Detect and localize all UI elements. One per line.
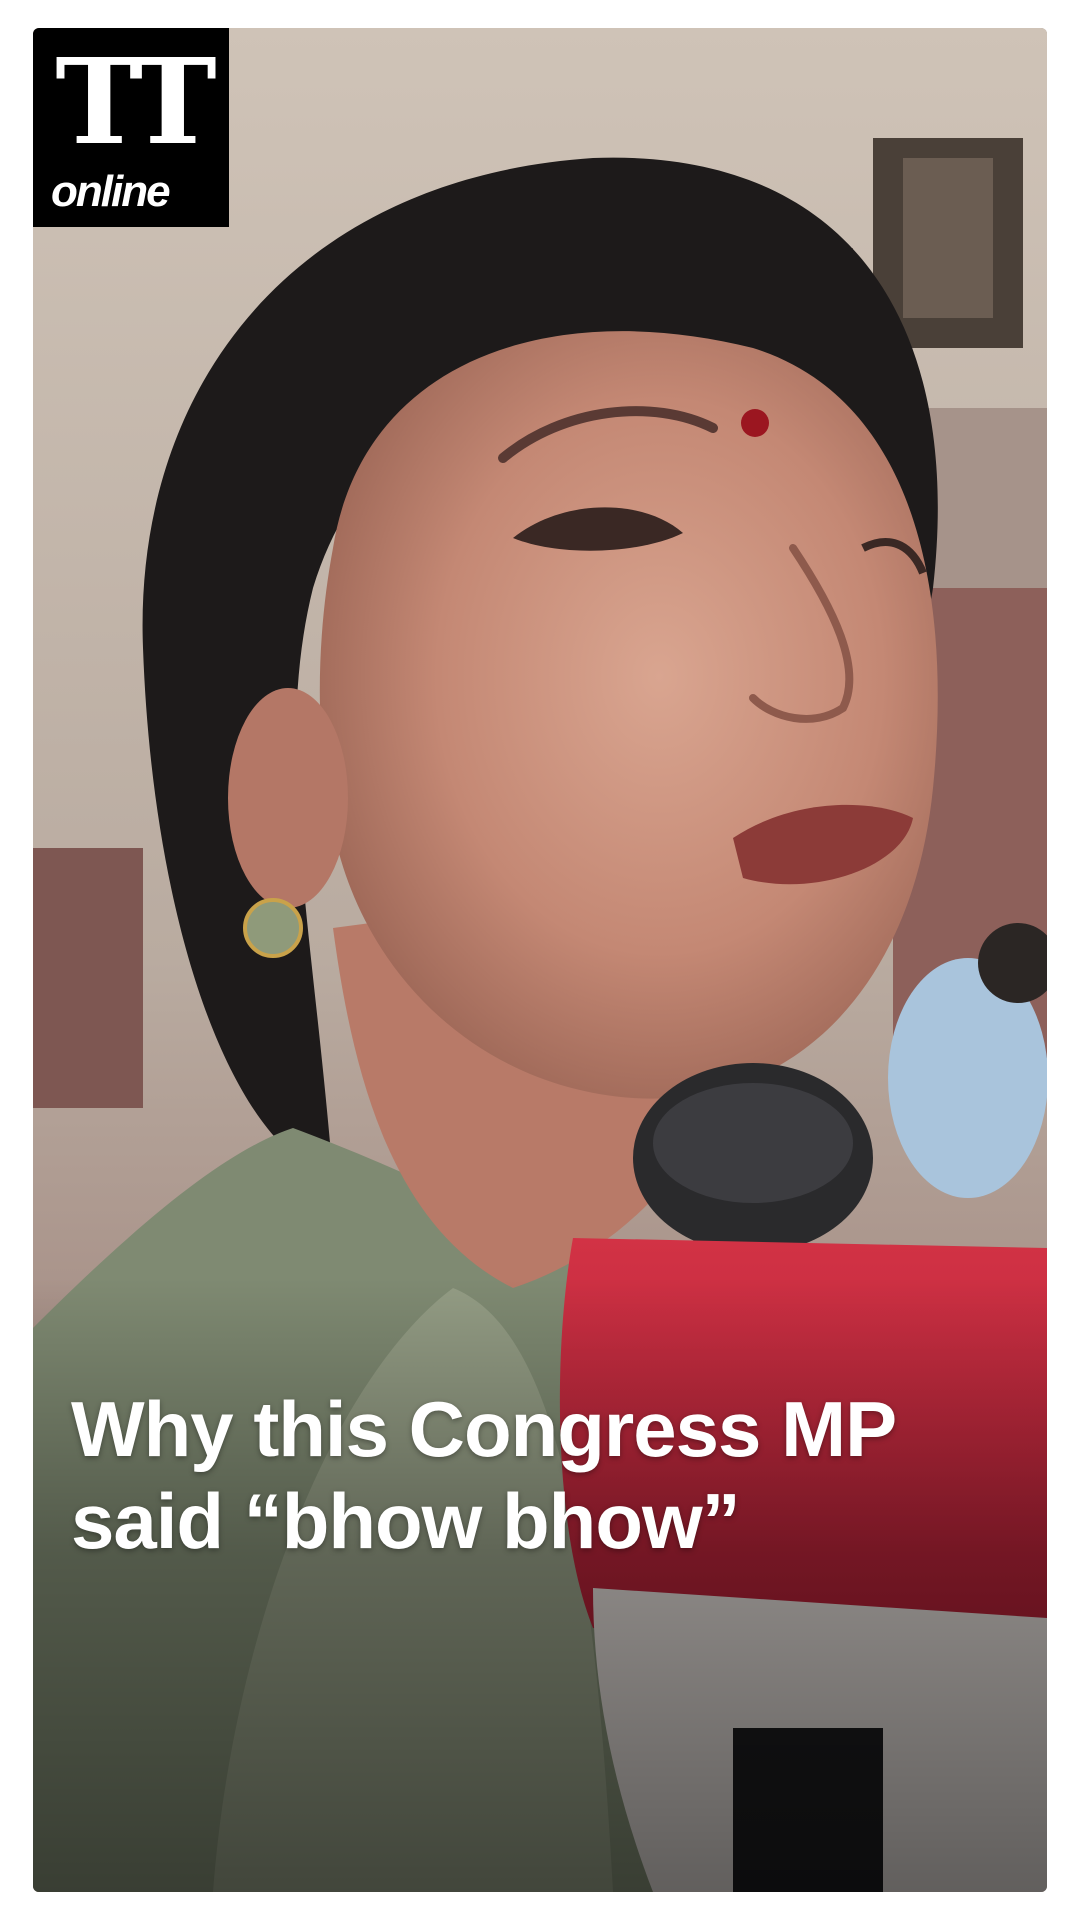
building-window bbox=[903, 158, 993, 318]
headline-line-1: Why this Congress MP bbox=[71, 1385, 897, 1473]
tt-online-logo: TT online bbox=[33, 28, 229, 227]
bindi bbox=[741, 409, 769, 437]
logo-mark: TT bbox=[55, 32, 216, 171]
face bbox=[319, 331, 938, 1099]
headline-line-2: said “bhow bhow” bbox=[71, 1477, 741, 1565]
video-headline: Why this Congress MP said “bhow bhow” bbox=[71, 1383, 1031, 1567]
microphone-head bbox=[653, 1083, 853, 1203]
video-still-image bbox=[33, 28, 1047, 1892]
building-base bbox=[33, 848, 143, 1108]
ear bbox=[228, 688, 348, 908]
bottom-shade bbox=[33, 1278, 1047, 1892]
logo-subtitle: online bbox=[51, 167, 171, 216]
video-frame[interactable]: TT online Why this Congress MP said “bho… bbox=[33, 28, 1047, 1892]
earring bbox=[243, 898, 303, 958]
